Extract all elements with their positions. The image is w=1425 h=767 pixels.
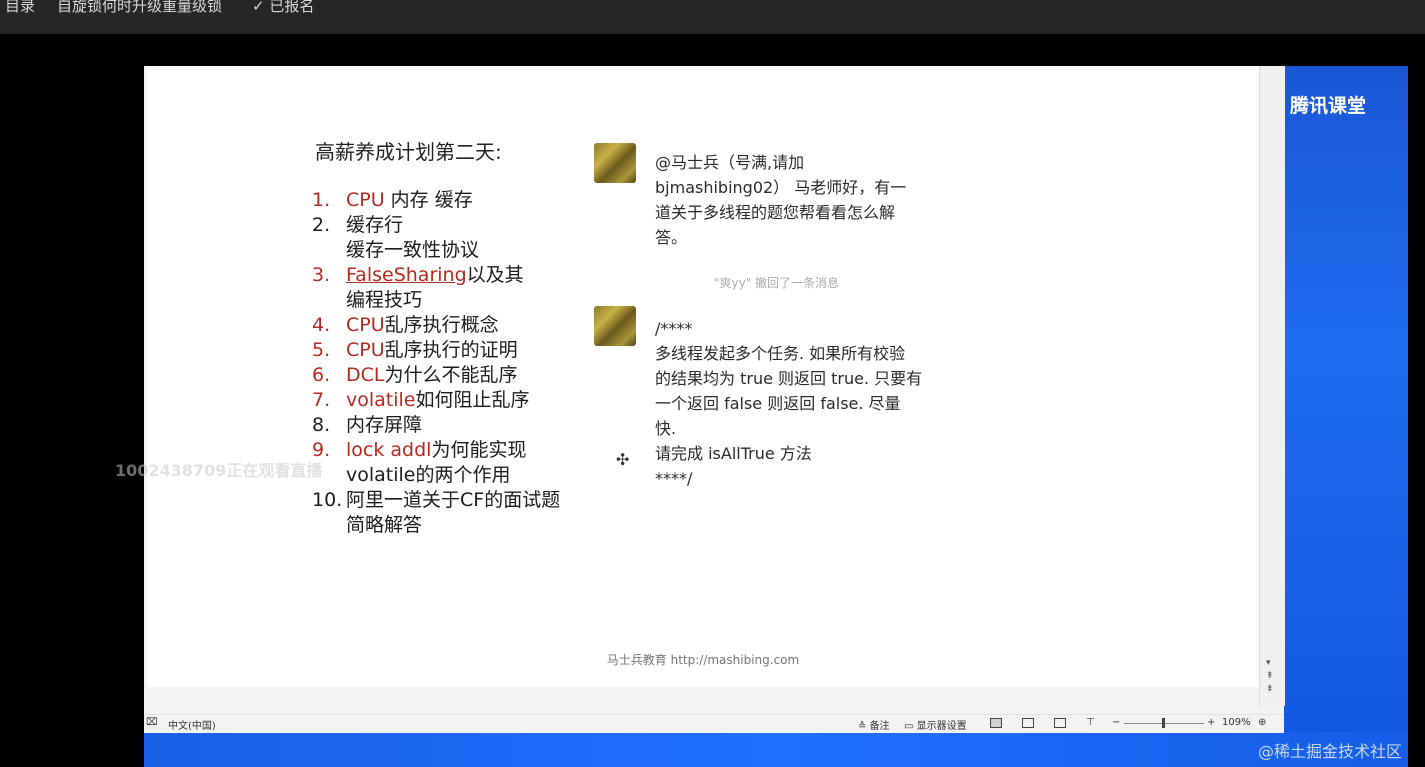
topic-number: 10. xyxy=(312,489,343,511)
topic-description: 以及其 xyxy=(466,264,524,286)
scroll-down-arrow-icon[interactable]: ▾ xyxy=(1266,658,1271,668)
topic-text: 编程技巧 xyxy=(346,288,422,313)
avatar xyxy=(594,306,636,346)
mouse-cursor-icon: ✣ xyxy=(616,450,630,469)
topic-number: 5. xyxy=(312,339,331,361)
topic-description: 内存 缓存 xyxy=(384,189,473,211)
topic-keyword: DCL xyxy=(346,364,385,386)
course-title: 自旋锁何时升级重量级锁 xyxy=(57,0,223,15)
topic-number: 4. xyxy=(312,314,331,336)
topic-keyword: CPU xyxy=(346,314,385,336)
message-line: 答。 xyxy=(655,228,688,247)
topic-number: 1. xyxy=(312,189,331,211)
brand-name: 腾讯课堂 xyxy=(1290,94,1367,117)
reading-view-icon[interactable] xyxy=(1054,718,1066,728)
topic-text: lock addl为何能实现 xyxy=(346,438,526,463)
slide-footer: 马士兵教育 http://mashibing.com xyxy=(606,653,800,667)
topic-keyword: FalseSharing xyxy=(346,264,467,286)
avatar xyxy=(594,143,636,183)
topic-text: volatile的两个作用 xyxy=(346,463,511,488)
topic-description: 缓存行 xyxy=(346,214,404,236)
notes-label: 备注 xyxy=(869,721,890,732)
fit-to-window-icon[interactable]: ⊕ xyxy=(1258,717,1266,728)
source-credit: @稀土掘金技术社区 xyxy=(1258,742,1403,761)
topic-number: 6. xyxy=(312,364,331,386)
language-indicator[interactable]: 中文(中国) xyxy=(168,717,216,732)
display-settings-button[interactable]: ▭ 显示器设置 xyxy=(904,717,967,732)
prev-page-icon[interactable]: ⇞ xyxy=(1266,671,1274,681)
topic-description: 如何阻止乱序 xyxy=(415,389,530,411)
topic-description: 简略解答 xyxy=(346,514,423,536)
viewer-watermark: 1002438709正在观看直播 xyxy=(115,461,323,480)
message-line: ****/ xyxy=(655,469,693,488)
topic-description: 编程技巧 xyxy=(346,289,423,311)
topic-description: 乱序执行概念 xyxy=(384,314,499,336)
desktop-taskbar-area xyxy=(144,732,1408,767)
topic-description: 缓存一致性协议 xyxy=(346,239,480,261)
next-page-icon[interactable]: ⇟ xyxy=(1266,684,1274,694)
topic-description: 阿里一道关于CF的面试题 xyxy=(346,489,561,511)
display-settings-label: 显示器设置 xyxy=(916,721,967,732)
topic-text: CPU乱序执行的证明 xyxy=(346,338,518,363)
message-line: /**** xyxy=(655,319,693,338)
message-line: 的结果均为 true 则返回 true. 只要有 xyxy=(655,369,923,388)
normal-view-icon[interactable] xyxy=(990,718,1002,728)
topic-text: DCL为什么不能乱序 xyxy=(346,363,518,388)
topic-keyword: volatile xyxy=(346,389,416,411)
slideshow-icon[interactable]: ⊤ xyxy=(1086,717,1095,728)
slide-title: 高薪养成计划第二天: xyxy=(315,140,502,164)
topic-text: 阿里一道关于CF的面试题 xyxy=(346,488,560,513)
topic-description: volatile的两个作用 xyxy=(346,464,511,486)
message-line: 多线程发起多个任务. 如果所有校验 xyxy=(655,344,906,363)
topic-text: FalseSharing以及其 xyxy=(346,263,524,288)
topic-text: CPU乱序执行概念 xyxy=(346,313,499,338)
chat-message-question: @马士兵（号满,请加 bjmashibing02） 马老师好，有一 道关于多线程的题… xyxy=(655,150,906,250)
chat-message-code: /**** 多线程发起多个任务. 如果所有校验 的结果均为 true 则返回 tru… xyxy=(655,316,922,491)
topic-text: 内存屏障 xyxy=(346,413,422,438)
topic-text: 简略解答 xyxy=(346,513,422,538)
message-line: bjmashibing02） 马老师好，有一 xyxy=(655,178,907,197)
topic-text: CPU 内存 缓存 xyxy=(346,188,473,213)
message-line: @马士兵（号满,请加 xyxy=(655,153,805,172)
topic-description: 内存屏障 xyxy=(346,414,423,436)
topic-number: 8. xyxy=(312,414,331,436)
message-line: 道关于多线程的题您帮看看怎么解 xyxy=(655,203,896,222)
topic-number: 7. xyxy=(312,389,331,411)
zoom-in-button[interactable]: + xyxy=(1207,717,1215,728)
topic-number: 3. xyxy=(312,264,331,286)
topic-keyword: lock addl xyxy=(346,439,432,461)
message-line: 快. xyxy=(655,419,677,438)
topic-number: 2. xyxy=(312,214,331,236)
status-bar: ⌧ 中文(中国) ≙ 备注 ▭ 显示器设置 ⊤ − + 109% ⊕ xyxy=(144,714,1284,733)
message-line: 请完成 isAllTrue 方法 xyxy=(655,444,812,463)
topic-keyword: CPU xyxy=(346,339,385,361)
slide-sorter-icon[interactable] xyxy=(1022,718,1034,728)
topic-text: 缓存行 xyxy=(346,213,403,238)
message-line: 一个返回 false 则返回 false. 尽量 xyxy=(655,394,901,413)
desktop-background xyxy=(1284,66,1408,767)
spellcheck-icon[interactable]: ⌧ xyxy=(146,717,158,728)
top-bar: 目录 自旋锁何时升级重量级锁 ✓ 已报名 xyxy=(0,0,1425,34)
presentation-window: 高薪养成计划第二天: 1. CPU 内存 缓存 2. 缓存行缓存一致性协议 3. Fals… xyxy=(144,66,1285,733)
catalog-link[interactable]: 目录 xyxy=(5,0,35,16)
recall-notice: "爽yy" 撤回了一条消息 xyxy=(714,276,840,290)
topic-description: 为何能实现 xyxy=(431,439,527,461)
notes-button[interactable]: ≙ 备注 xyxy=(858,717,890,732)
topic-keyword: CPU xyxy=(346,189,385,211)
topic-description: 为什么不能乱序 xyxy=(384,364,518,386)
zoom-slider-thumb[interactable] xyxy=(1162,718,1165,728)
zoom-out-button[interactable]: − xyxy=(1112,717,1120,728)
topic-text: 缓存一致性协议 xyxy=(346,238,479,263)
slide-canvas: 高薪养成计划第二天: 1. CPU 内存 缓存 2. 缓存行缓存一致性协议 3. Fals… xyxy=(147,66,1259,687)
topic-text: volatile如何阻止乱序 xyxy=(346,388,530,413)
topic-description: 乱序执行的证明 xyxy=(384,339,518,361)
zoom-level[interactable]: 109% xyxy=(1222,717,1251,728)
vertical-scrollbar[interactable]: ▾ ⇞ ⇟ xyxy=(1259,66,1285,706)
enrolled-status: ✓ 已报名 xyxy=(252,0,315,15)
